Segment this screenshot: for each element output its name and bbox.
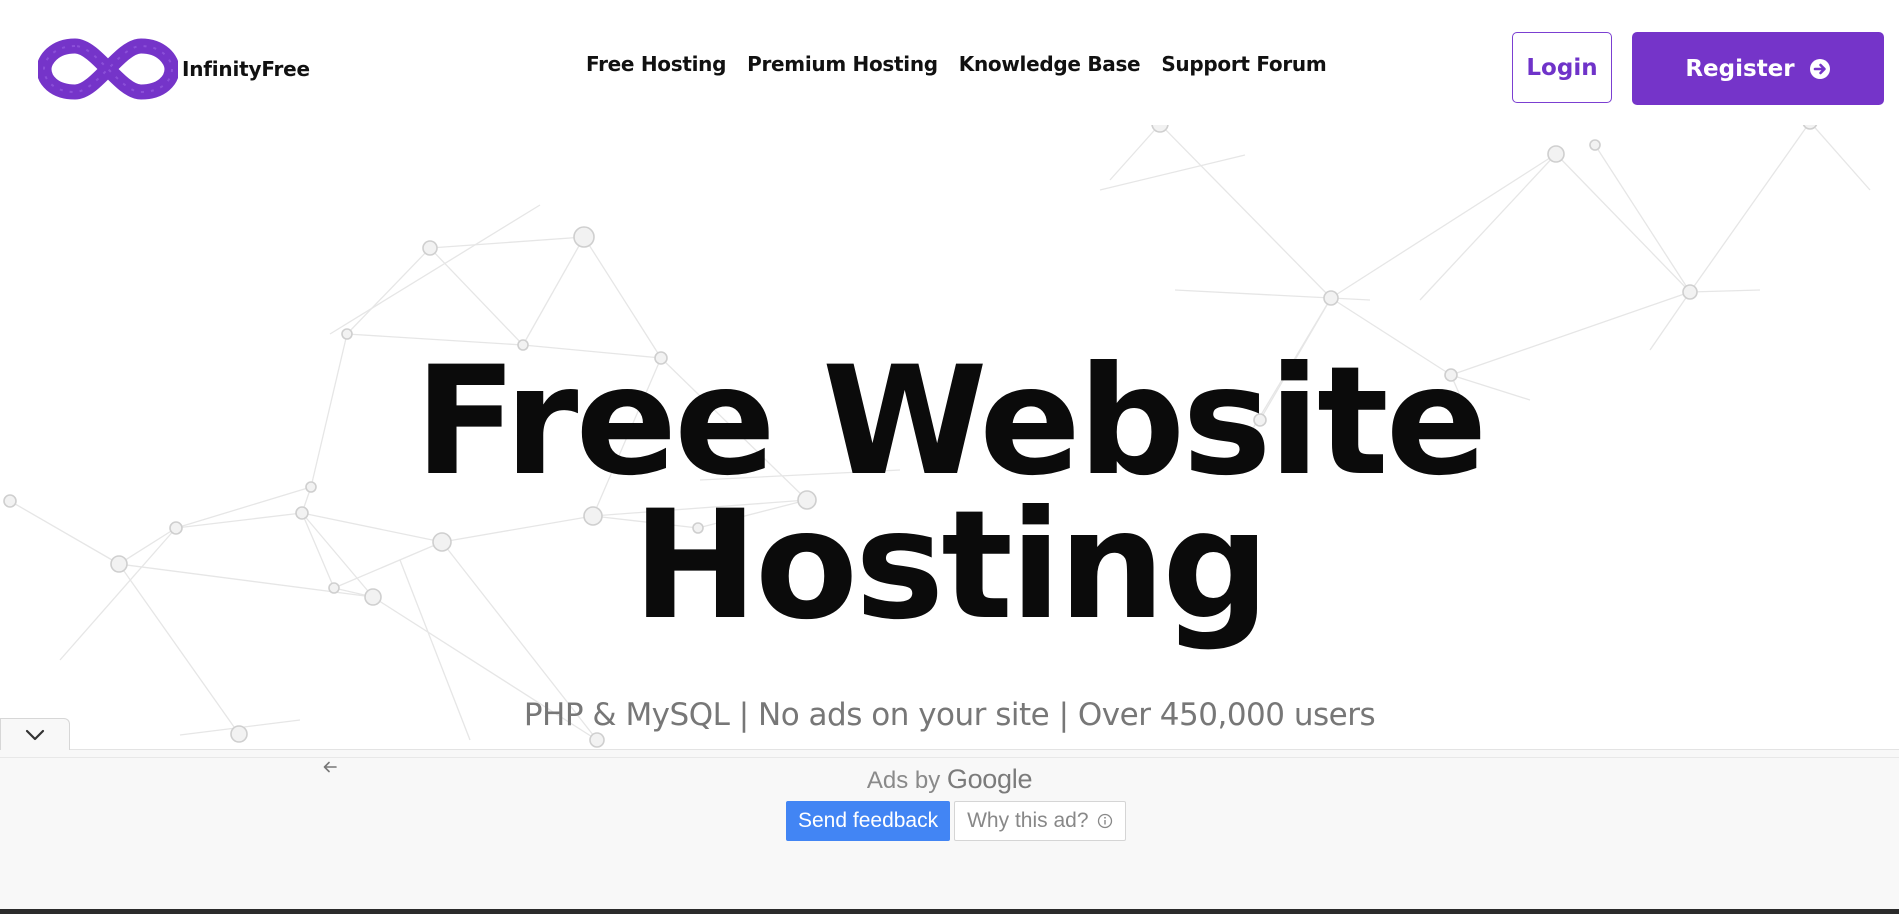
arrow-circle-right-icon	[1809, 58, 1830, 79]
ad-bar: Ads by Google Send feedback Why this ad?	[0, 749, 1899, 910]
ads-by-label: Ads by	[866, 767, 941, 794]
brand-name: InfinityFree	[182, 57, 310, 81]
network-edge	[1689, 121, 1811, 293]
nav-knowledge-base[interactable]: Knowledge Base	[959, 52, 1141, 76]
network-node	[1589, 139, 1601, 151]
network-edge	[1330, 153, 1557, 299]
network-node	[1547, 145, 1565, 163]
logo-link[interactable]: InfinityFree	[38, 32, 310, 106]
network-edge	[1109, 123, 1161, 181]
hero-title: Free Website Hosting	[0, 335, 1899, 653]
login-button[interactable]: Login	[1512, 32, 1612, 103]
why-this-ad-button[interactable]: Why this ad?	[954, 801, 1126, 841]
register-button[interactable]: Register	[1632, 32, 1884, 105]
nav-premium-hosting[interactable]: Premium Hosting	[747, 52, 938, 76]
network-node	[1323, 290, 1339, 306]
network-edge	[522, 236, 585, 346]
network-edge	[1809, 121, 1871, 191]
network-node	[589, 732, 605, 748]
google-wordmark: Google	[946, 764, 1033, 794]
why-this-ad-label: Why this ad?	[967, 809, 1089, 832]
chevron-down-icon	[25, 729, 45, 740]
network-edge	[329, 204, 541, 335]
info-icon	[1097, 813, 1112, 829]
ads-by-google: Ads by Google	[0, 764, 1899, 795]
network-edge	[429, 247, 524, 346]
send-feedback-button[interactable]: Send feedback	[786, 801, 951, 841]
main-nav: Free Hosting Premium Hosting Knowledge B…	[586, 52, 1327, 76]
ad-bar-divider	[0, 757, 1899, 758]
bottom-border	[0, 909, 1899, 914]
navbar: InfinityFree Free Hosting Premium Hostin…	[0, 0, 1899, 125]
network-edge	[1649, 291, 1691, 351]
network-node	[422, 240, 438, 256]
network-edge	[1689, 289, 1761, 293]
ad-collapse-toggle[interactable]	[0, 718, 70, 750]
network-edge	[1099, 154, 1246, 191]
network-node	[573, 226, 595, 248]
hero-subtitle: PHP & MySQL | No ads on your site | Over…	[523, 697, 1376, 733]
hero-title-line-2: Hosting	[632, 479, 1269, 653]
register-label: Register	[1685, 55, 1795, 82]
nav-support-forum[interactable]: Support Forum	[1161, 52, 1326, 76]
network-edge	[1555, 153, 1691, 293]
infinity-icon	[38, 38, 178, 100]
network-node	[1682, 284, 1698, 300]
network-node	[341, 328, 353, 340]
network-edge	[1159, 123, 1332, 299]
nav-free-hosting[interactable]: Free Hosting	[586, 52, 726, 76]
network-edge	[1594, 144, 1691, 293]
network-edge	[429, 236, 585, 249]
hero-title-line-1: Free Website	[414, 335, 1488, 509]
network-edge	[1419, 153, 1557, 301]
ad-actions: Send feedback Why this ad?	[786, 801, 1126, 841]
network-edge	[346, 247, 431, 335]
